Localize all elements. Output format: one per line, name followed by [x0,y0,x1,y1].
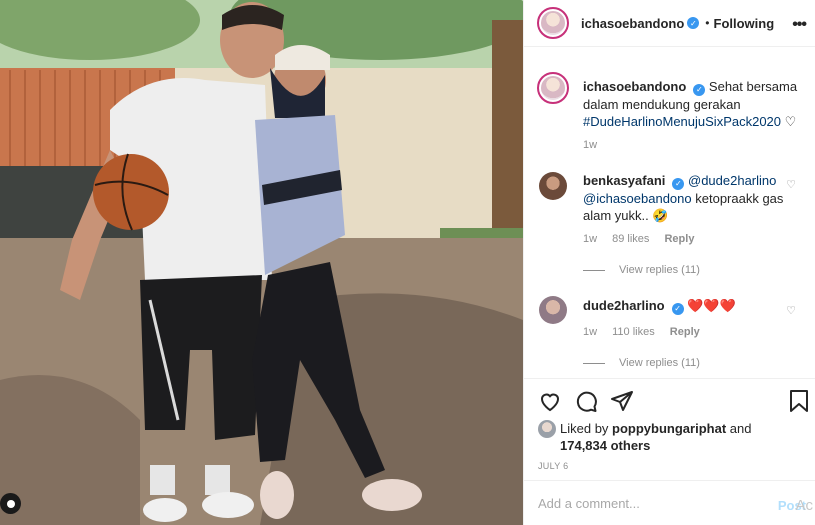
caption-author[interactable]: ichasoebandono [583,79,686,94]
comment-likes[interactable]: 110 likes [612,326,655,338]
comment-like-heart-icon[interactable]: ♡ [786,304,796,317]
photo-scene [0,0,523,525]
post-header: ichasoebandono ✓ • Following ••• [524,0,815,47]
replies-line [583,269,605,271]
caption-time[interactable]: 1w [583,139,597,151]
comment: benkasyafani ✓ @dude2harlino @ichasoeband… [583,172,788,224]
comment-time[interactable]: 1w [583,326,597,338]
post-side-panel: ichasoebandono ✓ • Following ••• ichasoe… [523,0,815,525]
view-replies-label: View replies (11) [619,264,700,276]
caption-author-avatar[interactable] [537,72,569,104]
author-username[interactable]: ichasoebandono [581,16,684,31]
post-actions: Liked by poppybungariphat and 174,834 ot… [524,378,815,480]
liked-by-and: and [729,421,752,436]
verified-badge-icon: ✓ [687,17,700,29]
caption-hashtag[interactable]: #DudeHarlinoMenujuSixPack2020 [583,114,781,129]
comment-avatar[interactable] [539,172,567,200]
reply-button[interactable]: Reply [664,233,694,245]
more-horizontal-icon[interactable]: ••• [792,16,807,34]
heart-icon[interactable] [538,389,562,416]
comment-mention[interactable]: @ichasoebandono [583,191,692,206]
post-date[interactable]: JULY 6 [538,461,568,471]
verified-badge-icon: ✓ [672,177,685,190]
reply-button[interactable]: Reply [670,326,700,338]
comment-meta: 1w 89 likes Reply [583,233,706,245]
add-comment-bar: Post [524,480,815,525]
comment-time[interactable]: 1w [583,233,597,245]
add-comment-input[interactable] [538,495,768,511]
caption-meta: 1w [583,139,609,151]
liked-by-prefix: Liked by [560,421,609,436]
comment-icon[interactable] [574,389,598,416]
comment-meta: 1w 110 likes Reply [583,326,712,338]
separator-dot: • [705,16,710,30]
liked-by-user[interactable]: poppybungariphat [612,421,726,436]
laughing-emoji: 🤣 [652,207,669,223]
post-photo[interactable] [0,0,523,525]
profile-tag-badge[interactable] [0,493,21,514]
comments-list[interactable]: ichasoebandono ✓ Sehat bersama dalam mend… [524,48,815,378]
verified-badge-icon: ✓ [693,83,706,96]
bookmark-icon[interactable] [788,389,810,416]
replies-line [583,362,605,364]
following-button[interactable]: Following [714,16,775,31]
comment-text: ❤️❤️❤️ [687,298,736,313]
verified-badge-icon: ✓ [671,302,684,315]
view-replies-button[interactable]: View replies (11) [583,264,700,276]
comment: dude2harlino ✓ ❤️❤️❤️ [583,297,788,315]
liker-avatar[interactable] [538,420,556,438]
author-avatar[interactable] [537,7,569,39]
activation-watermark: Ac [795,497,813,514]
comment-avatar[interactable] [539,296,567,324]
liked-by-others[interactable]: 174,834 others [560,438,650,453]
view-replies-label: View replies (11) [619,357,700,369]
liked-by[interactable]: Liked by poppybungariphat and 174,834 ot… [538,420,751,454]
view-replies-button[interactable]: View replies (11) [583,357,700,369]
comment-mention[interactable]: @dude2harlino [688,173,776,188]
comment-username[interactable]: benkasyafani [583,173,665,188]
caption-heart: ♡ [784,113,797,129]
caption: ichasoebandono ✓ Sehat bersama dalam mend… [583,78,798,130]
comment-username[interactable]: dude2harlino [583,298,665,313]
share-icon[interactable] [610,389,634,416]
comment-like-heart-icon[interactable]: ♡ [786,178,796,191]
comment-likes[interactable]: 89 likes [612,233,649,245]
